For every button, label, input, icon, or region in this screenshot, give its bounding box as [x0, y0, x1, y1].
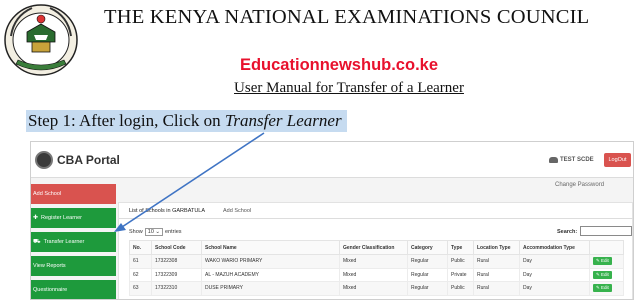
- cell-type: Public: [447, 254, 474, 269]
- cell-category: Regular: [407, 267, 448, 282]
- chevron-down-icon: ⌄: [155, 229, 161, 235]
- column-header[interactable]: Category: [407, 240, 448, 255]
- portal-brand[interactable]: CBA Portal: [35, 151, 120, 169]
- column-header: [589, 240, 624, 255]
- edit-icon: ✎: [596, 271, 600, 277]
- document-title: THE KENYA NATIONAL EXAMINATIONS COUNCIL: [104, 6, 590, 28]
- sidebar-item-view-reports[interactable]: View Reports: [31, 256, 116, 276]
- cell-type: Public: [447, 281, 474, 296]
- edit-button[interactable]: ✎ Edit: [593, 284, 612, 293]
- schools-panel: List of Schools in GARBATULA Add School …: [118, 202, 633, 299]
- cell-school-name: WAKO WARIO PRIMARY: [201, 254, 340, 269]
- entries-label: entries: [165, 229, 182, 235]
- portal-sidebar: Add School ✚ Register Learner ⛟ Transfer L…: [31, 178, 116, 299]
- cell-action: ✎ Edit: [589, 267, 624, 282]
- table-row: 62 17322309 AL - MAZUH ACADEMY Mixed Reg…: [129, 267, 624, 282]
- cell-accommodation: Day: [519, 254, 590, 269]
- search-input[interactable]: [580, 226, 632, 236]
- cell-gender: Mixed: [339, 267, 408, 282]
- sidebar-item-label: View Reports: [33, 263, 66, 269]
- change-password-link[interactable]: Change Password: [555, 182, 604, 188]
- tab-list-of-schools[interactable]: List of Schools in GARBATULA: [129, 208, 205, 214]
- knec-logo-icon: [35, 151, 53, 169]
- entries-value: 10: [147, 229, 154, 235]
- cell-school-code: 17322310: [151, 281, 202, 296]
- portal-brand-label: CBA Portal: [57, 153, 120, 167]
- user-name: TEST SCDE: [560, 157, 594, 163]
- sidebar-item-label: Register Learner: [41, 215, 82, 221]
- cell-action: ✎ Edit: [589, 281, 624, 296]
- cell-gender: Mixed: [339, 254, 408, 269]
- cell-school-code: 17322309: [151, 267, 202, 282]
- cell-school-code: 17322308: [151, 254, 202, 269]
- column-header[interactable]: School Name: [201, 240, 340, 255]
- edit-label: Edit: [601, 285, 609, 291]
- user-group-icon: [549, 157, 558, 163]
- table-row: 63 17322310 DUSE PRIMARY Mixed Regular P…: [129, 281, 624, 296]
- edit-button[interactable]: ✎ Edit: [593, 257, 612, 266]
- step-text: Step 1: After login, Click on: [28, 111, 225, 130]
- sidebar-item-questionnaire[interactable]: Questionnaire: [31, 280, 116, 299]
- column-header[interactable]: School Code: [151, 240, 202, 255]
- step-link-text: Transfer Learner: [224, 111, 342, 130]
- cell-no: 62: [129, 267, 152, 282]
- search-label: Search:: [557, 229, 578, 235]
- column-header[interactable]: Type: [447, 240, 474, 255]
- cell-location: Rural: [473, 254, 520, 269]
- edit-label: Edit: [601, 271, 609, 277]
- panel-tabs: List of Schools in GARBATULA Add School: [119, 203, 633, 219]
- sidebar-item-register-learner[interactable]: ✚ Register Learner: [31, 208, 116, 228]
- step-1-instruction: Step 1: After login, Click on Transfer L…: [26, 110, 347, 132]
- cell-action: ✎ Edit: [589, 254, 624, 269]
- cell-no: 63: [129, 281, 152, 296]
- cell-location: Rural: [473, 281, 520, 296]
- table-header-row: No. School Code School Name Gender Class…: [129, 240, 624, 255]
- cell-school-name: AL - MAZUH ACADEMY: [201, 267, 340, 282]
- cell-accommodation: Day: [519, 267, 590, 282]
- sidebar-item-label: Transfer Learner: [43, 239, 85, 245]
- manual-subtitle: User Manual for Transfer of a Learner: [234, 80, 464, 96]
- portal-screenshot: CBA Portal TEST SCDE LogOut Change Passw…: [30, 141, 634, 300]
- cell-no: 61: [129, 254, 152, 269]
- user-menu[interactable]: TEST SCDE: [549, 157, 594, 163]
- column-header[interactable]: Accommodation Type: [519, 240, 590, 255]
- logout-button[interactable]: LogOut: [604, 153, 631, 167]
- entries-selector: Show 10 ⌄ entries: [129, 228, 182, 236]
- column-header[interactable]: No.: [129, 240, 152, 255]
- edit-icon: ✎: [596, 285, 600, 291]
- cell-school-name: DUSE PRIMARY: [201, 281, 340, 296]
- schools-table: No. School Code School Name Gender Class…: [129, 240, 624, 296]
- cell-category: Regular: [407, 254, 448, 269]
- sidebar-item-label: Questionnaire: [33, 287, 68, 293]
- truck-icon: ⛟: [33, 239, 41, 245]
- column-header[interactable]: Location Type: [473, 240, 520, 255]
- edit-button[interactable]: ✎ Edit: [593, 270, 612, 279]
- plus-icon: ✚: [33, 215, 39, 221]
- portal-topbar: CBA Portal TEST SCDE LogOut: [31, 142, 633, 178]
- edit-label: Edit: [601, 258, 609, 264]
- cell-category: Regular: [407, 281, 448, 296]
- show-label: Show: [129, 229, 143, 235]
- cell-accommodation: Day: [519, 281, 590, 296]
- column-header[interactable]: Gender Classification: [339, 240, 408, 255]
- sidebar-item-transfer-learner[interactable]: ⛟ Transfer Learner: [31, 232, 116, 252]
- entries-select[interactable]: 10 ⌄: [144, 228, 164, 236]
- edit-icon: ✎: [596, 258, 600, 264]
- sidebar-item-label: Add School: [33, 191, 62, 197]
- cell-type: Private: [447, 267, 474, 282]
- tab-add-school[interactable]: Add School: [223, 208, 251, 214]
- cell-location: Rural: [473, 267, 520, 282]
- website-watermark: Educationnewshub.co.ke: [239, 56, 439, 74]
- cell-gender: Mixed: [339, 281, 408, 296]
- sidebar-item-add-school[interactable]: Add School: [31, 184, 116, 204]
- table-row: 61 17322308 WAKO WARIO PRIMARY Mixed Reg…: [129, 254, 624, 269]
